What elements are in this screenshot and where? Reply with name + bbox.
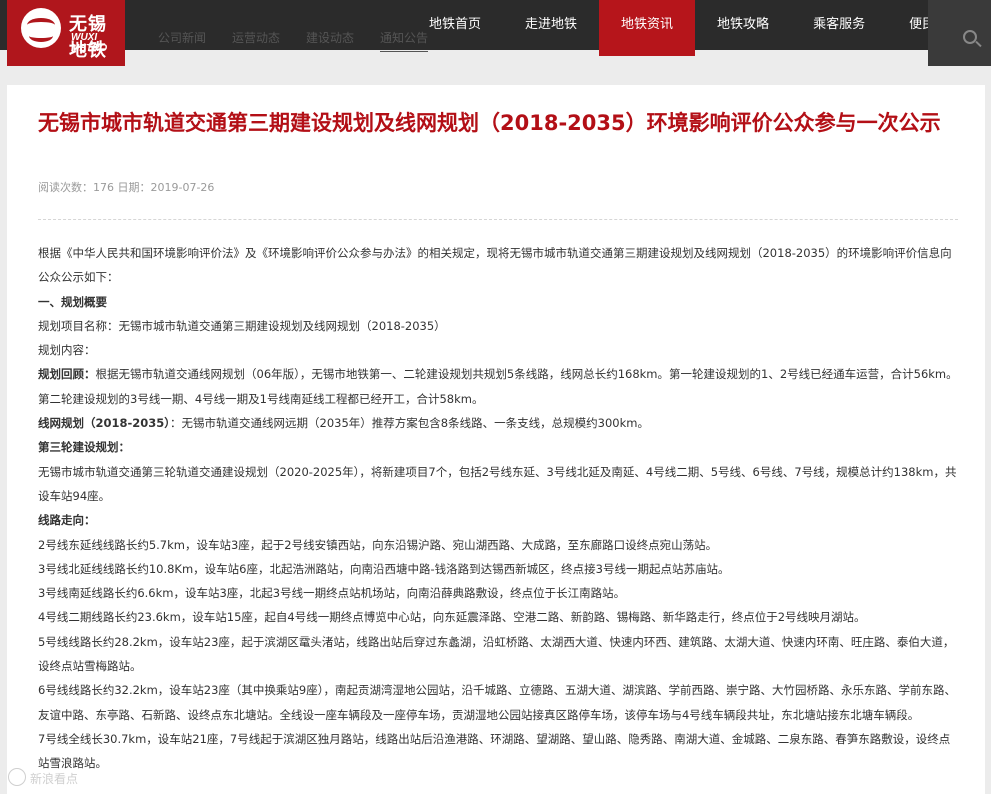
metro-logo-icon	[21, 8, 61, 48]
paragraph-text: 2号线东延线线路长约5.7km，设车站3座，起于2号线安镇西站，向东沿锡沪路、宛…	[38, 537, 718, 552]
paragraph-text: 4号线二期线路长约23.6km，设车站15座，起自4号线一期终点博览中心站，向东…	[38, 610, 866, 625]
watermark-icon	[8, 768, 26, 786]
paragraph-text: 规划项目名称：无锡市城市轨道交通第三期建设规划及线网规划（2018-2035）	[38, 318, 446, 333]
article-paragraph: 规划项目名称：无锡市城市轨道交通第三期建设规划及线网规划（2018-2035）	[38, 314, 958, 338]
article-paragraph: 4号线二期线路长约23.6km，设车站15座，起自4号线一期终点博览中心站，向东…	[38, 605, 958, 629]
subnav-company-news[interactable]: 公司新闻	[158, 30, 206, 52]
article-panel: 无锡市城市轨道交通第三期建设规划及线网规划（2018-2035）环境影响评价公众…	[7, 85, 985, 794]
main-nav: 地铁首页 走进地铁 地铁资讯 地铁攻略 乘客服务 便民服务	[407, 0, 983, 56]
paragraph-text: 3号线南延线路长约6.6km，设车站3座，北起3号线一期终点站机场站，向南沿薛典…	[38, 586, 626, 601]
watermark: 新浪看点	[30, 772, 79, 786]
paragraph-text: 规划内容：	[38, 343, 96, 358]
paragraph-text: 根据《中华人民共和国环境影响评价法》及《环境影响评价公众参与办法》的相关规定，现…	[38, 246, 952, 285]
paragraph-heading: 规划回顾：	[38, 367, 96, 382]
article-paragraph: 5号线线路长约28.2km，设车站23座，起于滨湖区鼋头渚站，线路出站后穿过东蠡…	[38, 630, 958, 679]
paragraph-heading: 线网规划（2018-2035）	[38, 416, 171, 431]
article-paragraph: 一、规划概要	[38, 290, 958, 314]
search-icon	[963, 30, 977, 44]
paragraph-text: 3号线北延线线路长约10.8Km，设车站6座，北起浩洲路站，向南沿西塘中路-钱洛…	[38, 561, 730, 576]
paragraph-text: 根据无锡市轨道交通线网规划（06年版），无锡市地铁第一、二轮建设规划共规划5条线…	[38, 367, 958, 406]
paragraph-text: 6号线线路长约32.2km，设车站23座（其中换乘站9座），南起贡湖湾湿地公园站…	[38, 683, 956, 722]
paragraph-text: 无锡市城市轨道交通第三轮轨道交通建设规划（2020-2025年），将新建项目7个…	[38, 464, 957, 503]
article-title: 无锡市城市轨道交通第三期建设规划及线网规划（2018-2035）环境影响评价公众…	[38, 111, 941, 135]
article-paragraph: 规划回顾：根据无锡市轨道交通线网规划（06年版），无锡市地铁第一、二轮建设规划共…	[38, 362, 958, 411]
nav-guide[interactable]: 地铁攻略	[695, 0, 791, 50]
site-logo[interactable]: 无锡地铁 WUXI METRO	[7, 0, 125, 66]
article-paragraph: 规划内容：	[38, 338, 958, 362]
paragraph-heading: 第三轮建设规划：	[38, 440, 130, 455]
nav-passenger-service[interactable]: 乘客服务	[791, 0, 887, 50]
paragraph-heading: 一、规划概要	[38, 294, 107, 309]
nav-news[interactable]: 地铁资讯	[599, 0, 696, 56]
article-paragraph: 无锡市城市轨道交通第三轮轨道交通建设规划（2020-2025年），将新建项目7个…	[38, 460, 958, 509]
nav-about[interactable]: 走进地铁	[503, 0, 599, 50]
subnav-construction-news[interactable]: 建设动态	[306, 30, 354, 52]
paragraph-text: ：无锡市轨道交通线网远期（2035年）推荐方案包含8条线路、一条支线，总规模约3…	[170, 416, 649, 431]
article-content: 根据《中华人民共和国环境影响评价法》及《环境影响评价公众参与办法》的相关规定，现…	[38, 241, 958, 776]
paragraph-text: 5号线线路长约28.2km，设车站23座，起于滨湖区鼋头渚站，线路出站后穿过东蠡…	[38, 634, 955, 674]
paragraph-heading: 线路走向：	[38, 513, 96, 528]
article-paragraph: 第三轮建设规划：	[38, 435, 958, 459]
subnav-operation-news[interactable]: 运营动态	[232, 30, 280, 52]
article-paragraph: 根据《中华人民共和国环境影响评价法》及《环境影响评价公众参与办法》的相关规定，现…	[38, 241, 958, 290]
search-button[interactable]	[928, 0, 991, 66]
divider	[38, 219, 958, 220]
site-header: 无锡地铁 WUXI METRO 公司新闻 运营动态 建设动态 通知公告 地铁首页…	[0, 0, 991, 66]
article-paragraph: 线网规划（2018-2035）：无锡市轨道交通线网远期（2035年）推荐方案包含…	[38, 411, 958, 435]
logo-subtitle: WUXI METRO	[71, 32, 108, 54]
article-paragraph: 2号线东延线线路长约5.7km，设车站3座，起于2号线安镇西站，向东沿锡沪路、宛…	[38, 533, 958, 557]
nav-home[interactable]: 地铁首页	[407, 0, 503, 50]
article-paragraph: 3号线北延线线路长约10.8Km，设车站6座，北起浩洲路站，向南沿西塘中路-钱洛…	[38, 557, 958, 581]
paragraph-text: 7号线全线长30.7km，设车站21座，7号线起于滨湖区独月路站，线路出站后沿渔…	[38, 731, 951, 771]
article-meta: 阅读次数：176 日期：2019-07-26	[38, 181, 215, 194]
article-paragraph: 6号线线路长约32.2km，设车站23座（其中换乘站9座），南起贡湖湾湿地公园站…	[38, 678, 958, 727]
article-paragraph: 3号线南延线路长约6.6km，设车站3座，北起3号线一期终点站机场站，向南沿薛典…	[38, 581, 958, 605]
article-paragraph: 7号线全线长30.7km，设车站21座，7号线起于滨湖区独月路站，线路出站后沿渔…	[38, 727, 958, 776]
article-paragraph: 线路走向：	[38, 508, 958, 532]
